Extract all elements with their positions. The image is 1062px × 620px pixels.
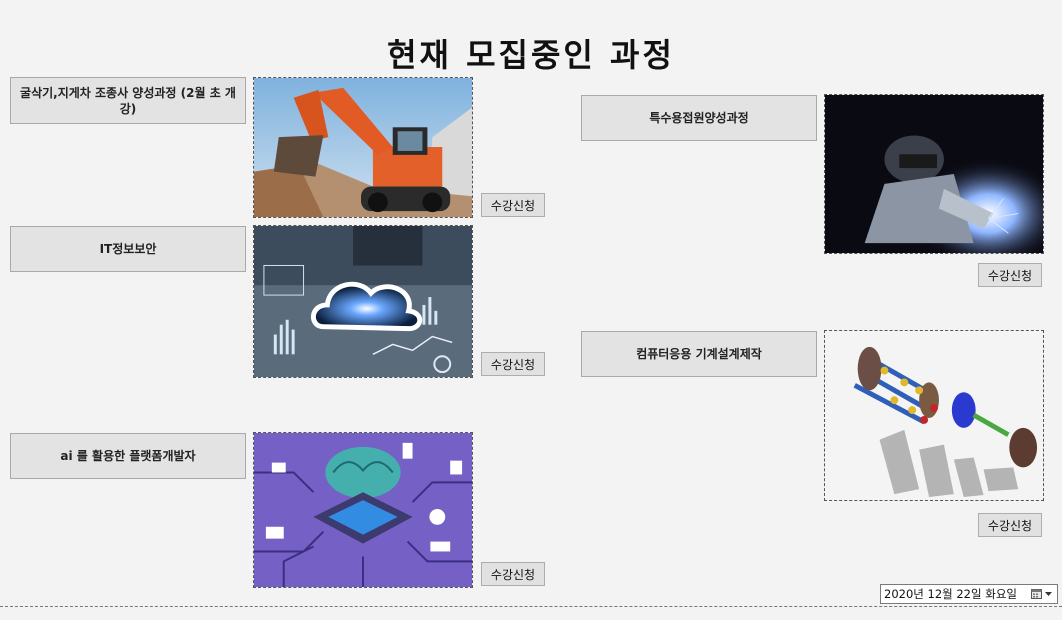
- bottom-divider: [0, 606, 1062, 607]
- mechanical-cad-image: [824, 330, 1044, 501]
- apply-button-ai-platform[interactable]: 수강신청: [481, 562, 545, 586]
- course-label-welding: 특수용접원양성과정: [581, 95, 817, 141]
- cloud-security-image: [253, 225, 473, 378]
- calendar-dropdown-icon[interactable]: [1031, 588, 1053, 600]
- apply-button-welding[interactable]: 수강신청: [978, 263, 1042, 287]
- course-label-ai-platform: ai 를 활용한 플랫폼개발자: [10, 433, 246, 479]
- course-label-it-security: IT정보보안: [10, 226, 246, 272]
- page-title: 현재 모집중인 과정: [387, 36, 675, 74]
- course-label-excavator: 굴삭기,지게차 조종사 양성과정 (2월 초 개강): [10, 77, 246, 124]
- ai-chip-image: [253, 432, 473, 588]
- date-picker[interactable]: 2020년 12월 22일 화요일: [880, 584, 1058, 604]
- apply-button-mechanical-design[interactable]: 수강신청: [978, 513, 1042, 537]
- date-value: 2020년 12월 22일 화요일: [884, 587, 1017, 601]
- excavator-image: [253, 77, 473, 218]
- apply-button-it-security[interactable]: 수강신청: [481, 352, 545, 376]
- course-label-mechanical-design: 컴퓨터응용 기계설계제작: [581, 331, 817, 377]
- apply-button-excavator[interactable]: 수강신청: [481, 193, 545, 217]
- welding-image: [824, 94, 1044, 254]
